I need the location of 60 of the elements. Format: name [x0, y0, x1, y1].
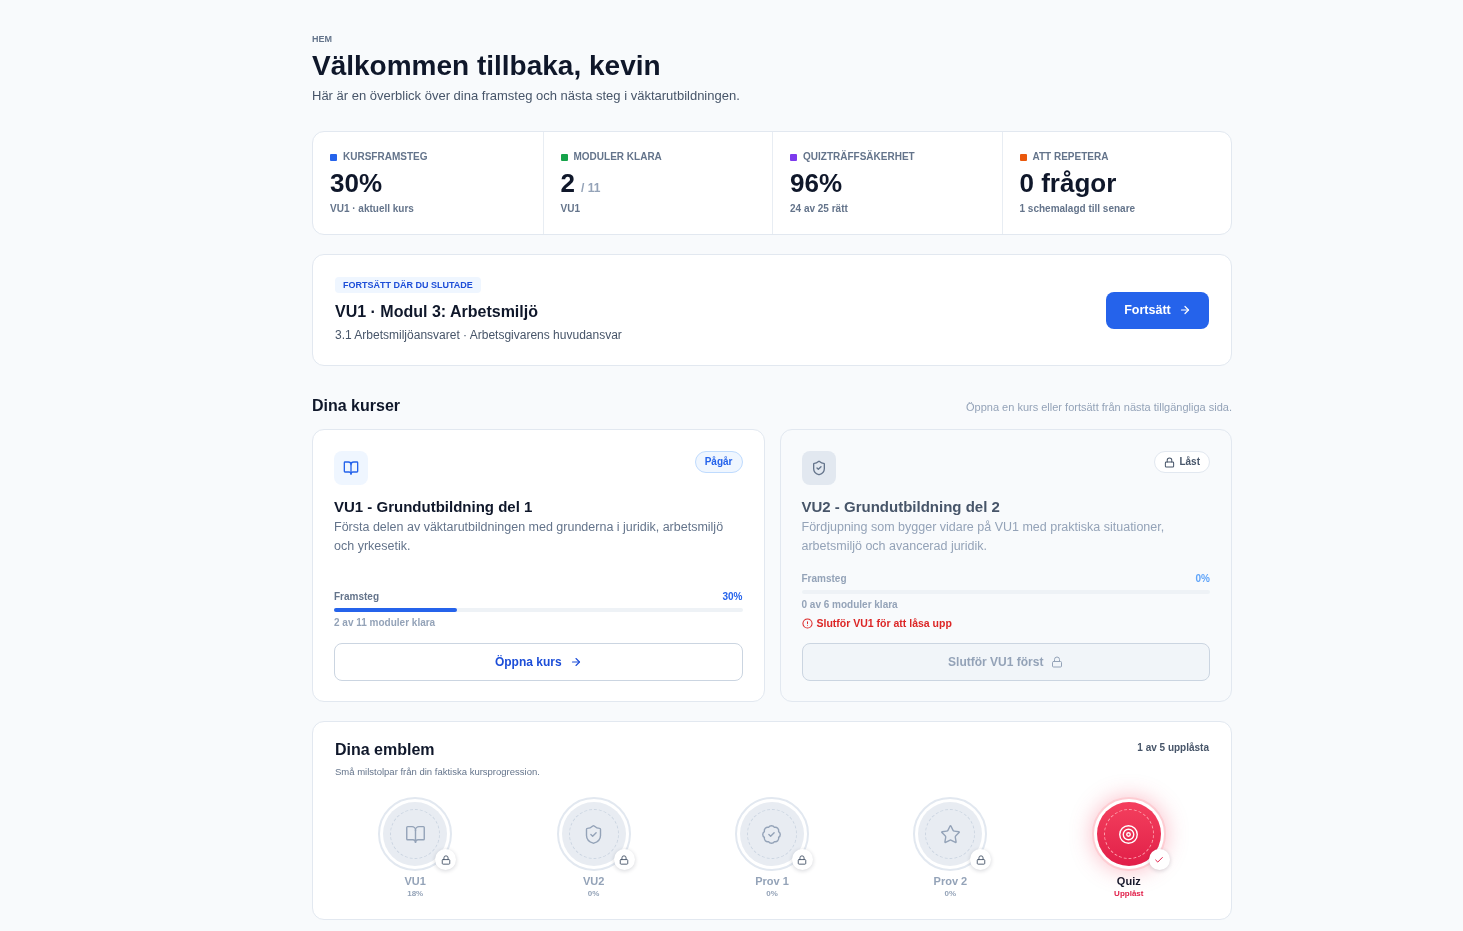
continue-button[interactable]: Fortsätt	[1106, 291, 1209, 329]
arrow-right-icon	[1178, 304, 1191, 316]
emblems-count: 1 av 5 upplåsta	[1137, 741, 1209, 755]
lock-icon	[1164, 456, 1176, 468]
stat-label: MODULER KLARA	[573, 150, 662, 164]
page-subtitle: Här är en överblick över dina framsteg och nästa steg i väktarutbildningen.	[312, 87, 741, 105]
stat-value: 0 frågor	[1019, 168, 1117, 198]
stat-value: 96%	[790, 168, 843, 198]
emblem-status: 0%	[587, 889, 600, 899]
emblem-status: 0%	[944, 889, 957, 899]
unlock-warning: Slutför VU1 för att låsa upp	[816, 616, 952, 630]
lock-icon	[1051, 656, 1064, 668]
book-icon	[404, 823, 426, 845]
target-icon	[1118, 823, 1140, 845]
resume-subtitle: 3.1 Arbetsmiljöansvaret · Arbetsgivarens huvudansvar	[335, 327, 622, 343]
arrow-right-icon	[569, 656, 582, 668]
open-course-button[interactable]: Öppna kurs	[334, 643, 743, 681]
stat-caption: VU1 · aktuell kurs	[330, 202, 415, 216]
stat-label: KURSFRAMSTEG	[343, 150, 428, 164]
alert-icon	[801, 617, 813, 629]
page-title: Välkommen tillbaka, kevin	[312, 49, 662, 83]
breadcrumb: HEM	[312, 34, 333, 45]
emblem-status: 0%	[766, 889, 778, 899]
status-label: Låst	[1179, 455, 1200, 469]
resume-tag: FORTSÄTT DÄR DU SLUTADE	[335, 277, 481, 293]
stat-caption: 1 schemalagd till senare	[1019, 202, 1137, 216]
emblem-status: Upplåst	[1114, 889, 1144, 899]
emblem-label: VU1	[404, 874, 426, 888]
emblem-label: Prov 2	[933, 874, 968, 888]
stat-value: 2	[560, 168, 575, 198]
modules-count: 2 av 11 moduler klara	[334, 616, 437, 630]
stat-label: QUIZTRÄFFSÄKERHET	[803, 150, 915, 164]
resume-title: VU1 · Modul 3: Arbetsmiljö	[335, 302, 538, 322]
emblem-label: VU2	[582, 874, 605, 888]
progress-label: Framsteg	[334, 590, 379, 604]
section-hint: Öppna en kurs eller fortsätt från nästa tillgängliga sida.	[966, 400, 1232, 414]
shield-check-icon	[801, 451, 836, 485]
star-icon	[939, 823, 961, 845]
stat-suffix: / 11	[580, 180, 601, 196]
stat-label: ATT REPETERA	[1032, 150, 1109, 164]
emblem-label: Prov 1	[755, 874, 789, 888]
course-title: VU2 - Grundutbildning del 2	[801, 497, 1001, 517]
stat-caption: 24 av 25 rätt	[790, 202, 849, 216]
emblem-status: 18%	[407, 889, 424, 899]
emblems-title: Dina emblem	[335, 740, 436, 760]
stat-value: 30%	[330, 168, 383, 198]
modules-count: 0 av 6 moduler klara	[801, 598, 899, 612]
status-label: Pågår	[704, 455, 733, 469]
course-description: Första delen av väktarutbildningen med grunderna i juridik, arbetsmiljö och yrkesetik.	[334, 519, 725, 555]
stat-caption: VU1	[560, 202, 581, 216]
book-icon	[334, 451, 368, 485]
progress-label: Framsteg	[801, 572, 847, 586]
badge-check-icon	[761, 823, 783, 845]
section-title: Dina kurser	[312, 396, 401, 416]
course-title: VU1 - Grundutbildning del 1	[334, 497, 534, 517]
progress-value: 0%	[1195, 572, 1210, 586]
course-description: Fördjupning som bygger vidare på VU1 med praktiska situationer, arbetsmiljö och avancerad juridik.	[801, 519, 1166, 555]
emblems-subtitle: Små milstolpar från din faktiska kursprogression.	[335, 765, 540, 779]
progress-value: 30%	[722, 590, 743, 604]
emblem-label: Quiz	[1116, 874, 1141, 888]
